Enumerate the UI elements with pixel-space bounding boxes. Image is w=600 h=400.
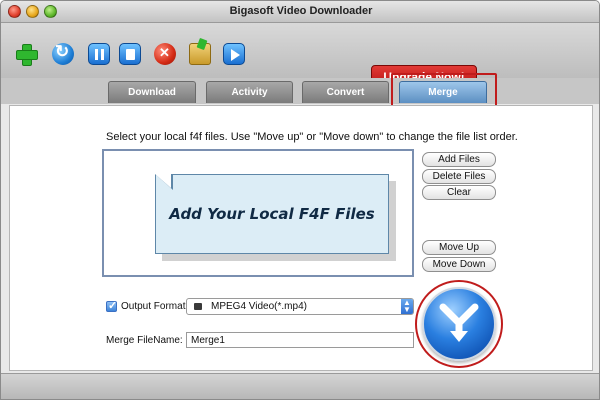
merge-button[interactable] xyxy=(422,287,496,361)
status-bar xyxy=(1,373,599,399)
toolbar: Upgrade Now! xyxy=(1,23,599,90)
delete-files-button[interactable]: Delete Files xyxy=(422,169,496,184)
output-format-select[interactable]: MPEG4 Video(*.mp4) ▲ ▼ xyxy=(186,298,414,315)
delete-icon[interactable] xyxy=(154,43,176,65)
merge-filename-input[interactable]: Merge1 xyxy=(186,332,414,348)
move-up-button[interactable]: Move Up xyxy=(422,240,496,255)
output-format-label: Output Format: xyxy=(121,301,189,312)
output-format-checkbox[interactable] xyxy=(106,299,117,312)
merge-filename-label: Merge FileName: xyxy=(106,335,183,346)
select-arrows-icon[interactable]: ▲ ▼ xyxy=(401,299,413,314)
clear-button[interactable]: Clear xyxy=(422,185,496,200)
tab-convert[interactable]: Convert xyxy=(302,81,389,103)
window-title: Bigasoft Video Downloader xyxy=(229,5,373,17)
pause-icon[interactable] xyxy=(88,43,110,65)
tab-strip: Download Activity Convert Merge xyxy=(1,78,599,104)
output-format-value: MPEG4 Video(*.mp4) xyxy=(211,301,307,312)
merge-arrows-icon xyxy=(439,303,479,342)
open-folder-icon[interactable] xyxy=(189,43,211,65)
add-icon[interactable] xyxy=(15,43,38,66)
video-format-icon xyxy=(194,303,202,310)
stop-icon[interactable] xyxy=(119,43,141,65)
title-bar: Bigasoft Video Downloader xyxy=(1,1,599,23)
app-window: Bigasoft Video Downloader Upgrade Now! D… xyxy=(0,0,600,400)
merge-panel: Select your local f4f files. Use "Move u… xyxy=(9,105,593,371)
placeholder-text: Add Your Local F4F Files xyxy=(169,205,375,223)
refresh-icon[interactable] xyxy=(52,42,74,65)
tab-activity[interactable]: Activity xyxy=(206,81,293,103)
merge-instruction: Select your local f4f files. Use "Move u… xyxy=(106,131,518,143)
tab-download[interactable]: Download xyxy=(108,81,196,103)
move-down-button[interactable]: Move Down xyxy=(422,257,496,272)
add-files-placeholder[interactable]: Add Your Local F4F Files xyxy=(155,174,389,254)
add-files-button[interactable]: Add Files xyxy=(422,152,496,167)
play-icon[interactable] xyxy=(223,43,245,65)
